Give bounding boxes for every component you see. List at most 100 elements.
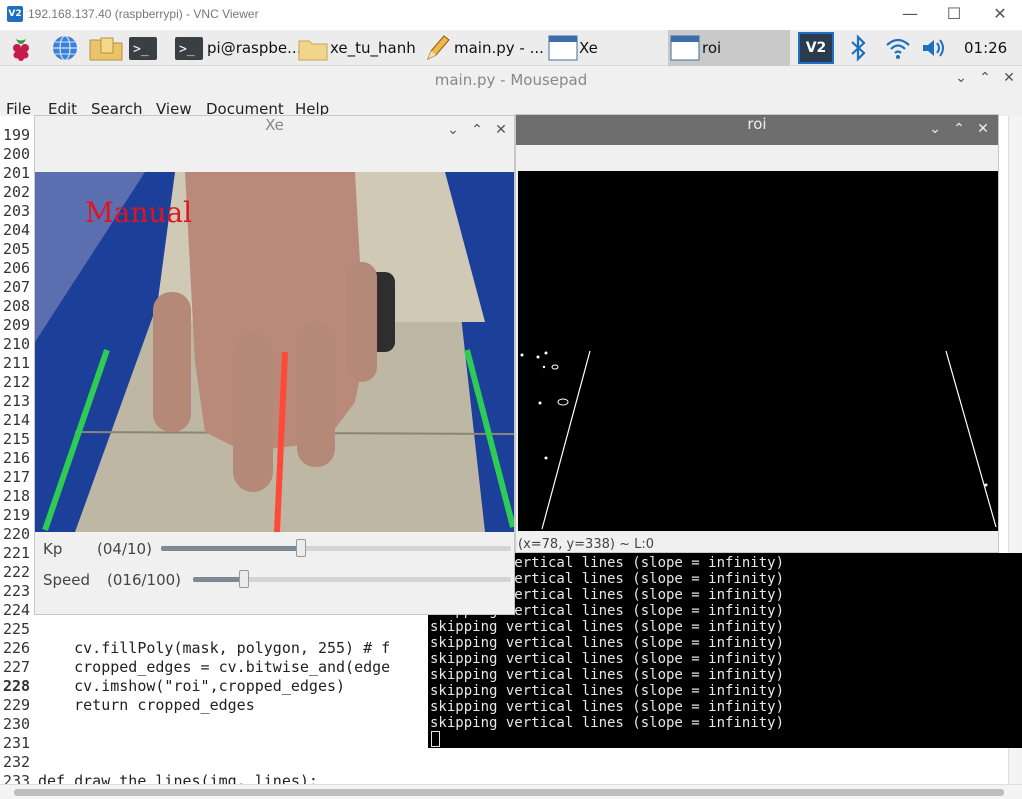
- roi-image: [518, 171, 998, 531]
- mousepad-titlebar: main.py - Mousepad ⌄ ⌃ ✕: [0, 66, 1022, 94]
- line-number: 225: [3, 620, 31, 638]
- line-number: 218: [3, 487, 31, 505]
- line-number: 232: [3, 753, 31, 771]
- vnc-close-button[interactable]: ✕: [990, 5, 1010, 23]
- taskbar-folder-window[interactable]: xe_tu_hanh: [330, 39, 416, 57]
- kp-slider-handle[interactable]: [296, 539, 306, 557]
- editor-horizontal-scrollbar[interactable]: [0, 784, 1022, 799]
- camera-feed-image: Manual: [35, 172, 514, 532]
- line-number: 204: [3, 221, 31, 239]
- code-line: cv.fillPoly(mask, polygon, 255) # f: [38, 639, 391, 657]
- taskbar-roi-label: roi: [702, 39, 722, 57]
- taskbar-terminal-window[interactable]: pi@raspbe...: [207, 39, 301, 57]
- line-number: 220: [3, 525, 31, 543]
- speed-value: (016/100): [107, 571, 182, 589]
- kp-label: Kp: [43, 540, 63, 558]
- line-number: 221: [3, 544, 31, 562]
- line-number: 206: [3, 259, 31, 277]
- roi-maximize-button[interactable]: ⌃: [950, 121, 968, 139]
- line-number: 216: [3, 449, 31, 467]
- text-editor-icon: [427, 35, 450, 61]
- line-number: 200: [3, 145, 31, 163]
- xe-close-button[interactable]: ✕: [492, 122, 510, 140]
- kp-slider[interactable]: [161, 539, 511, 557]
- line-number: 231: [3, 734, 31, 752]
- file-manager-icon[interactable]: [88, 33, 124, 63]
- terminal-line: skipping vertical lines (slope = infinit…: [430, 651, 785, 667]
- line-number: 210: [3, 335, 31, 353]
- vnc-server-icon[interactable]: V2: [798, 32, 834, 64]
- line-number: 205: [3, 240, 31, 258]
- folder-icon: [298, 40, 328, 61]
- line-number: 212: [3, 373, 31, 391]
- line-number: 219: [3, 506, 31, 524]
- line-number: 215: [3, 430, 31, 448]
- line-number: 207: [3, 278, 31, 296]
- terminal-line: skipping vertical lines (slope = infinit…: [430, 635, 785, 651]
- line-number: 222: [3, 563, 31, 581]
- line-number: 209: [3, 316, 31, 334]
- web-browser-icon[interactable]: [50, 33, 80, 63]
- svg-text:>_: >_: [133, 42, 149, 57]
- mousepad-maximize-button[interactable]: ⌃: [976, 70, 994, 88]
- terminal-output[interactable]: skipping vertical lines (slope = infinit…: [428, 553, 1022, 748]
- terminal-launcher-icon[interactable]: >_: [128, 33, 158, 63]
- kp-value: (04/10): [97, 540, 152, 558]
- xe-menu-button[interactable]: ⌄: [444, 122, 462, 140]
- line-number: 227: [3, 658, 31, 676]
- line-number: 226: [3, 639, 31, 657]
- speed-label: Speed: [43, 571, 91, 589]
- volume-icon[interactable]: [920, 33, 948, 63]
- vnc-window-title: 192.168.137.40 (raspberrypi) - VNC Viewe…: [28, 7, 259, 21]
- line-number: 202: [3, 183, 31, 201]
- code-line: cropped_edges = cv.bitwise_and(edge: [38, 658, 391, 676]
- speed-slider-handle[interactable]: [239, 570, 249, 588]
- roi-menu-button[interactable]: ⌄: [926, 121, 944, 139]
- menubar: File Edit Search View Document Help: [0, 94, 1022, 118]
- code-line: cv.imshow("roi",cropped_edges): [38, 677, 346, 695]
- code-line: return cropped_edges: [38, 696, 255, 714]
- xe-window-title: Xe: [265, 116, 284, 134]
- line-number: 230: [3, 715, 31, 733]
- line-number: 217: [3, 468, 31, 486]
- line-number: 224: [3, 601, 31, 619]
- vnc-maximize-button[interactable]: ☐: [944, 5, 964, 23]
- vnc-titlebar: V2 192.168.137.40 (raspberrypi) - VNC Vi…: [0, 0, 1022, 30]
- terminal-line: skipping vertical lines (slope = infinit…: [430, 715, 785, 731]
- roi-edge-mask: [520, 350, 997, 530]
- line-number: 203: [3, 202, 31, 220]
- xe-window: Xe ⌄ ⌃ ✕ Manual Kp (04/10) Speed (016/10…: [34, 115, 515, 615]
- line-number: 201: [3, 164, 31, 182]
- mode-overlay-text: Manual: [85, 196, 192, 229]
- clock[interactable]: 01:26: [964, 39, 1007, 57]
- line-number: 229: [3, 696, 31, 714]
- taskbar-xe-window[interactable]: Xe: [579, 39, 598, 57]
- roi-titlebar: roi ⌄ ⌃ ✕: [516, 115, 998, 145]
- speed-slider[interactable]: [193, 570, 511, 588]
- vnc-minimize-button[interactable]: —: [900, 5, 920, 23]
- horizontal-scroll-thumb[interactable]: [14, 789, 1004, 796]
- roi-status-bar: (x=78, y=338) ~ L:0: [518, 537, 654, 552]
- roi-window: roi ⌄ ⌃ ✕ (x=78, y=338) ~ L:0: [515, 114, 999, 553]
- terminal-cursor: [431, 731, 440, 747]
- terminal-line: skipping vertical lines (slope = infinit…: [430, 699, 785, 715]
- mousepad-menu-button[interactable]: ⌄: [952, 70, 970, 88]
- terminal-line: skipping vertical lines (slope = infinit…: [430, 667, 785, 683]
- bluetooth-icon[interactable]: [846, 33, 870, 63]
- wifi-icon[interactable]: [884, 33, 912, 63]
- roi-close-button[interactable]: ✕: [974, 121, 992, 139]
- line-number: 223: [3, 582, 31, 600]
- terminal-line: skipping vertical lines (slope = infinit…: [430, 619, 785, 635]
- raspberry-menu-icon[interactable]: [6, 33, 36, 63]
- current-line-number: 228: [3, 677, 31, 695]
- mousepad-close-button[interactable]: ✕: [1000, 70, 1018, 88]
- kp-slider-fill: [161, 546, 301, 551]
- line-number: 208: [3, 297, 31, 315]
- taskbar-editor-window[interactable]: main.py - ...: [454, 39, 544, 57]
- terminal-line: skipping vertical lines (slope = infinit…: [430, 683, 785, 699]
- line-number: 211: [3, 354, 31, 372]
- xe-maximize-button[interactable]: ⌃: [468, 122, 486, 140]
- line-number: 199: [3, 126, 31, 144]
- svg-text:>_: >_: [179, 42, 195, 57]
- speed-slider-fill: [193, 577, 244, 582]
